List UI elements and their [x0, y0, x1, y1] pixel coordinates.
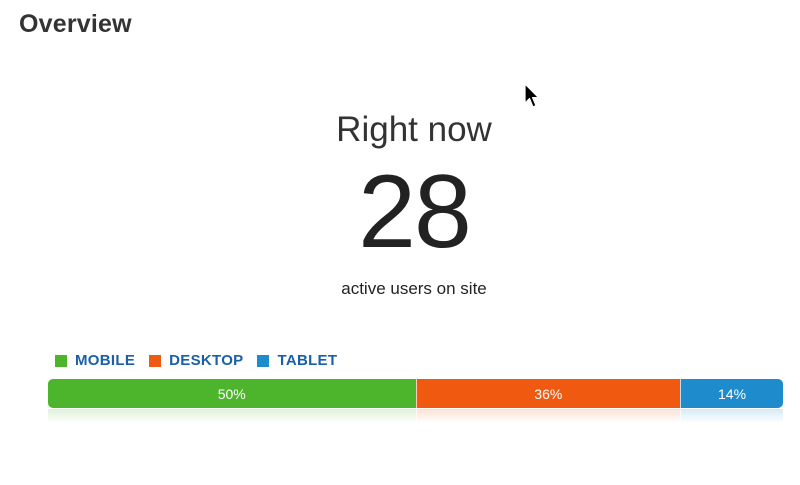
legend-swatch-desktop [149, 354, 162, 367]
legend-item-tablet[interactable]: TABLET [257, 352, 337, 369]
legend-label-mobile: MOBILE [75, 352, 136, 369]
mouse-pointer-icon [524, 83, 540, 108]
reflection-segment-tablet [680, 409, 783, 423]
legend-swatch-mobile [55, 354, 67, 367]
legend-item-desktop[interactable]: DESKTOP [149, 352, 243, 369]
reflection-segment-mobile [48, 409, 416, 423]
bar-segment-mobile[interactable]: 50% [48, 379, 416, 408]
device-breakdown-bar: 50% 36% 14% [48, 379, 783, 408]
bar-segment-tablet[interactable]: 14% [680, 379, 783, 408]
legend-swatch-tablet [257, 354, 270, 367]
bar-reflection [48, 409, 783, 423]
reflection-segment-desktop [415, 409, 681, 423]
realtime-panel: Right now 28 active users on site [0, 108, 800, 300]
legend-label-desktop: DESKTOP [169, 352, 244, 369]
legend-label-tablet: TABLET [277, 352, 338, 369]
device-legend: MOBILE DESKTOP TABLET [55, 352, 351, 369]
active-users-sublabel: active users on site [341, 279, 487, 298]
active-users-count: 28 [358, 154, 472, 270]
legend-item-mobile[interactable]: MOBILE [55, 352, 135, 369]
page-title: Overview [19, 10, 132, 38]
bar-segment-desktop[interactable]: 36% [415, 379, 681, 408]
right-now-label: Right now [336, 110, 492, 149]
